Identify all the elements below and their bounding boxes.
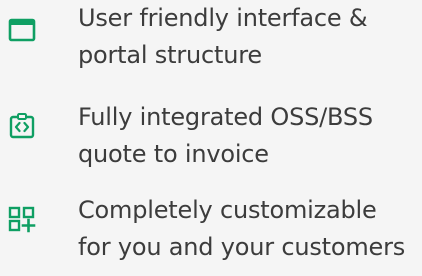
feature-list: User friendly interface & portal structu… [0, 0, 422, 276]
feature-text-integration: Fully integrated OSS/BSS quote to invoic… [78, 99, 422, 173]
feature-line-1: Fully integrated OSS/BSS [78, 103, 373, 131]
code-clipboard-icon [9, 113, 35, 139]
feature-line-2: for you and your customers [78, 233, 406, 261]
feature-line-1: User friendly interface & [78, 4, 368, 32]
feature-item-integration: Fully integrated OSS/BSS quote to invoic… [0, 99, 422, 179]
feature-item-customizable: Completely customizable for you and your… [0, 192, 422, 272]
feature-line-2: quote to invoice [78, 140, 269, 168]
feature-line-1: Completely customizable [78, 196, 377, 224]
feature-text-customizable: Completely customizable for you and your… [78, 192, 422, 266]
window-icon [8, 18, 36, 42]
grid-add-icon [8, 206, 36, 233]
feature-text-interface: User friendly interface & portal structu… [78, 0, 422, 74]
feature-item-interface: User friendly interface & portal structu… [0, 0, 422, 80]
feature-line-2: portal structure [78, 41, 262, 69]
